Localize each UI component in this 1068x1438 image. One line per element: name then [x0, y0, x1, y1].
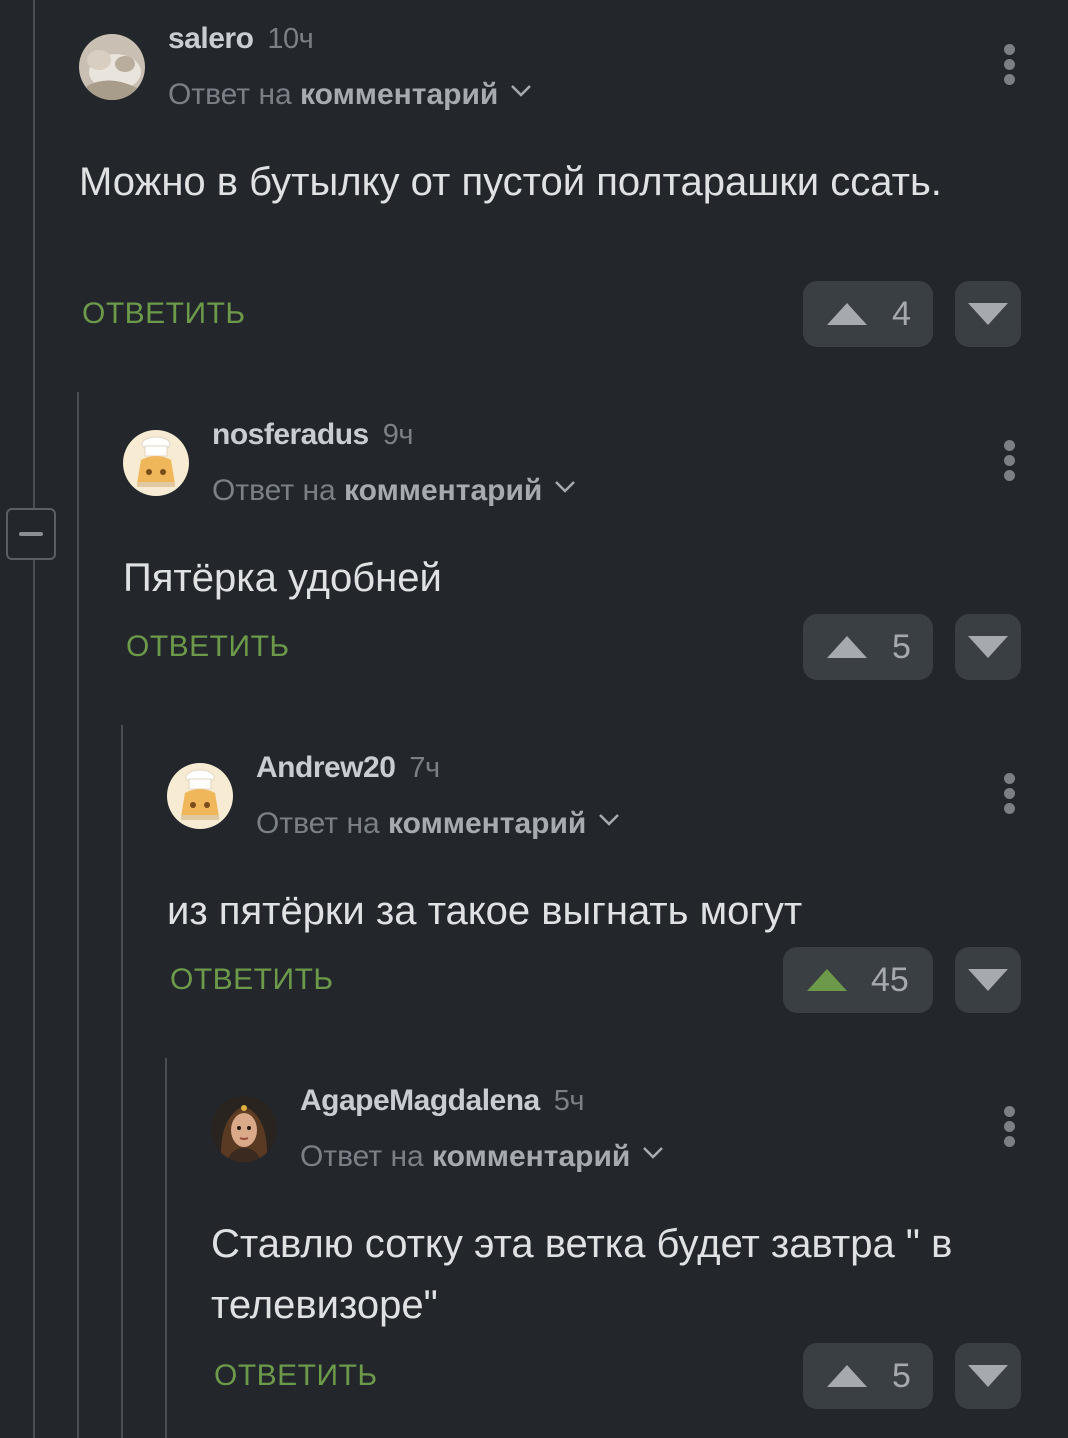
downvote-button[interactable]	[955, 947, 1021, 1013]
thread-line-level-1	[77, 392, 79, 1438]
arrow-up-icon	[827, 303, 867, 325]
avatar[interactable]	[167, 763, 233, 829]
avatar[interactable]	[79, 34, 145, 100]
thread-line-level-3	[165, 1058, 167, 1438]
thread-line-level-2	[121, 725, 123, 1438]
avatar[interactable]	[123, 430, 189, 496]
username[interactable]: nosferadus 9ч	[212, 418, 413, 452]
reply-to-link[interactable]: Ответ на комментарий	[300, 1140, 664, 1174]
comment-text: Можно в бутылку от пустой полтарашки сса…	[79, 160, 942, 204]
reply-to-link[interactable]: Ответ на комментарий	[256, 807, 620, 841]
reply-to-link[interactable]: Ответ на комментарий	[168, 78, 532, 112]
comment-text: Пятёрка удобней	[123, 556, 442, 600]
chevron-down-icon	[643, 1147, 664, 1159]
comment-time: 9ч	[382, 419, 414, 451]
vote-count: 5	[892, 628, 911, 666]
reply-button[interactable]: ОТВЕТИТЬ	[214, 1359, 378, 1393]
arrow-up-icon	[807, 969, 847, 991]
upvote-button[interactable]: 5	[803, 1343, 933, 1409]
arrow-down-icon	[968, 303, 1008, 325]
arrow-up-icon	[827, 636, 867, 658]
upvote-button[interactable]: 5	[803, 614, 933, 680]
more-options-icon[interactable]	[1004, 440, 1016, 485]
reply-button[interactable]: ОТВЕТИТЬ	[170, 963, 334, 997]
downvote-button[interactable]	[955, 1343, 1021, 1409]
reply-to-link[interactable]: Ответ на комментарий	[212, 474, 576, 508]
arrow-down-icon	[968, 1365, 1008, 1387]
comment-time: 7ч	[409, 752, 440, 784]
chevron-down-icon	[511, 85, 532, 97]
reply-button[interactable]: ОТВЕТИТЬ	[82, 297, 246, 331]
collapse-thread-button[interactable]	[6, 508, 56, 560]
arrow-down-icon	[968, 636, 1008, 658]
username[interactable]: Andrew20 7ч	[256, 751, 440, 785]
avatar[interactable]	[211, 1096, 277, 1162]
comment-text: Ставлю сотку эта ветка будет завтра " в …	[211, 1222, 953, 1327]
comment-time: 10ч	[267, 23, 314, 55]
more-options-icon[interactable]	[1004, 1106, 1016, 1151]
comment-text: из пятёрки за такое выгнать могут	[167, 889, 803, 933]
vote-count: 5	[892, 1357, 911, 1395]
arrow-up-icon	[827, 1365, 867, 1387]
username[interactable]: AgapeMagdalena 5ч	[300, 1084, 584, 1118]
upvote-button[interactable]: 4	[803, 281, 933, 347]
arrow-down-icon	[968, 969, 1008, 991]
chevron-down-icon	[555, 481, 576, 493]
vote-count: 4	[892, 295, 911, 333]
downvote-button[interactable]	[955, 281, 1021, 347]
more-options-icon[interactable]	[1004, 44, 1016, 89]
thread-line-level-0	[33, 0, 35, 1438]
upvote-button[interactable]: 45	[783, 947, 933, 1013]
comment-time: 5ч	[553, 1085, 585, 1117]
downvote-button[interactable]	[955, 614, 1021, 680]
reply-button[interactable]: ОТВЕТИТЬ	[126, 630, 290, 664]
username[interactable]: salero 10ч	[168, 22, 314, 56]
chevron-down-icon	[599, 814, 620, 826]
vote-count: 45	[871, 961, 909, 999]
minus-icon	[19, 532, 43, 536]
more-options-icon[interactable]	[1004, 773, 1016, 818]
